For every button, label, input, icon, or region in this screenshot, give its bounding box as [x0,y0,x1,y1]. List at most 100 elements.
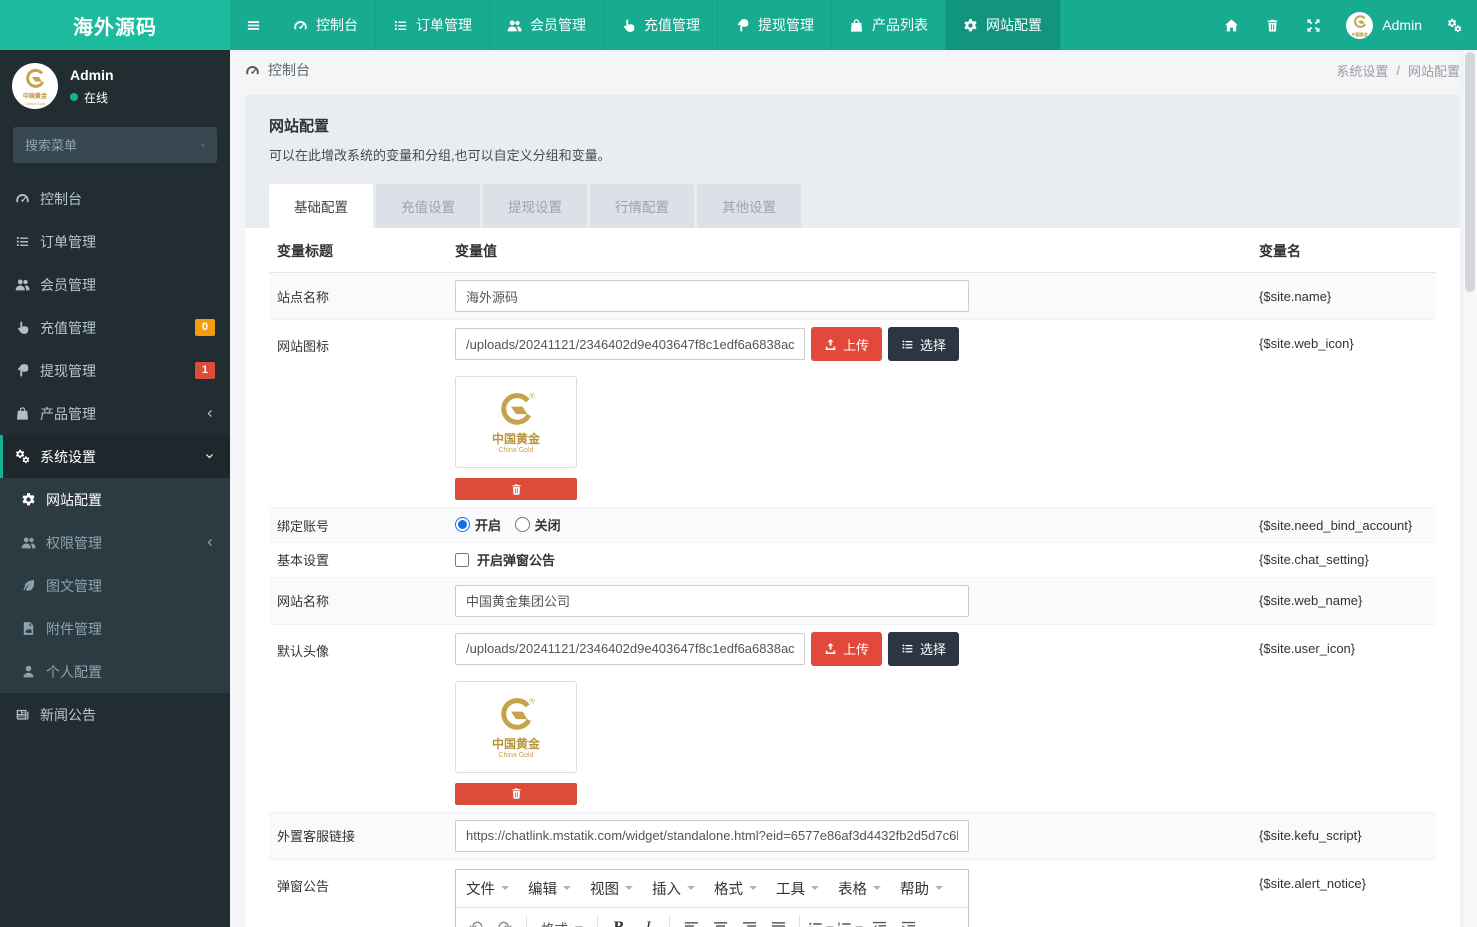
col-header-value: 变量值 [455,243,497,259]
redo-button[interactable]: ↷ [492,916,518,927]
topnav-item-recharge[interactable]: 充值管理 [604,0,718,50]
caret-down-icon [749,886,757,890]
outdent-button[interactable] [866,916,892,927]
china-gold-logo: ® [501,696,535,730]
editor-menu-help[interactable]: 帮助 [900,878,943,899]
breadcrumb-path: 系统设置 / 网站配置 [1336,61,1460,80]
sidebar-item-permissions[interactable]: 权限管理 [0,521,230,564]
brand-logo[interactable]: 海外源码 [0,0,230,50]
delete-image-button[interactable] [455,782,577,805]
caret-down-icon [935,886,943,890]
sidebar-item-members[interactable]: 会员管理 [0,263,230,306]
sidebar-item-profile[interactable]: 个人配置 [0,650,230,693]
topnav-item-site-config[interactable]: 网站配置 [946,0,1060,50]
sidebar-item-system-settings[interactable]: 系统设置 [0,435,230,478]
align-center-button[interactable] [707,916,733,927]
var-name: {$site.chat_setting} [1259,552,1369,568]
bind-account-on-radio[interactable]: 开启 [455,515,501,534]
brand-title: 海外源码 [73,16,157,39]
popup-notice-checkbox[interactable]: 开启弹窗公告 [455,550,555,569]
topnav-item-products[interactable]: 产品列表 [832,0,946,50]
sidebar-item-products[interactable]: 产品管理 [0,392,230,435]
bold-button[interactable]: B [606,916,632,927]
choose-button[interactable]: 选择 [888,631,960,666]
tab-withdraw-settings[interactable]: 提现设置 [483,184,587,228]
web-name-input[interactable] [455,584,969,617]
editor-toolbar: ↶ ↷ 格式 B I [456,908,968,927]
sidebar-item-orders[interactable]: 订单管理 [0,220,230,263]
var-name: {$site.need_bind_account} [1259,517,1413,533]
row-label: 外置客服链接 [277,829,356,844]
sidebar-item-recharge[interactable]: 充值管理 0 [0,306,230,349]
user-menu[interactable]: 中国黄金 Admin [1334,11,1434,39]
editor-menu-view[interactable]: 视图 [590,878,633,899]
page-title: 网站配置 [269,118,330,135]
editor-menu-format[interactable]: 格式 [714,878,757,899]
upload-button[interactable]: 上传 [811,631,883,666]
align-justify-button[interactable] [765,916,791,927]
topnav-item-dashboard[interactable]: 控制台 [276,0,376,50]
editor-menu-file[interactable]: 文件 [466,878,509,899]
scrollbar[interactable] [1462,50,1477,927]
table-row: 基本设置 开启弹窗公告 {$site.chat_setting} [269,543,1436,578]
tab-recharge-settings[interactable]: 充值设置 [376,184,480,228]
breadcrumb: 控制台 系统设置 / 网站配置 [245,50,1460,90]
sidebar-item-withdraw[interactable]: 提现管理 1 [0,349,230,392]
bullet-list-button[interactable] [808,916,834,927]
breadcrumb-home[interactable]: 控制台 [245,60,310,80]
system-settings-submenu: 网站配置 权限管理 图文管理 附件管理 个人配置 [0,478,230,693]
user-icon-input[interactable] [455,632,805,665]
format-dropdown[interactable]: 格式 [535,918,589,927]
align-justify-icon [771,920,786,927]
topnav-item-orders[interactable]: 订单管理 [376,0,490,50]
fullscreen-button[interactable] [1293,0,1334,50]
upload-icon [824,338,837,351]
align-left-button[interactable] [678,916,704,927]
delete-image-button[interactable] [455,478,577,500]
bind-account-off-radio[interactable]: 关闭 [514,515,561,534]
topnav-item-withdraw[interactable]: 提现管理 [718,0,832,50]
site-name-input[interactable] [455,280,969,312]
indent-button[interactable] [895,916,921,927]
editor-menu-tools[interactable]: 工具 [776,878,819,899]
sidebar-item-attachments[interactable]: 附件管理 [0,607,230,650]
breadcrumb-section: 系统设置 [1336,63,1389,79]
clear-cache-button[interactable] [1252,0,1293,50]
chevron-left-icon [204,537,215,548]
sidebar-item-news[interactable]: 新闻公告 [0,693,230,736]
settings-button[interactable] [1434,0,1475,50]
main-content: 控制台 系统设置 / 网站配置 网站配置 可以在此增改系统的变量和分组,也可以自… [230,50,1477,927]
undo-button[interactable]: ↶ [463,916,489,927]
choose-button[interactable]: 选择 [888,327,960,361]
sidebar-item-dashboard[interactable]: 控制台 [0,177,230,220]
scrollbar-thumb[interactable] [1465,52,1475,292]
sidebar-toggle-button[interactable] [230,0,276,50]
editor-menu-edit[interactable]: 编辑 [528,878,571,899]
editor-menubar: 文件 编辑 视图 插入 格式 工具 表格 帮助 [456,870,968,908]
tab-other-settings[interactable]: 其他设置 [697,184,801,228]
editor-menu-insert[interactable]: 插入 [652,878,695,899]
tab-market-config[interactable]: 行情配置 [590,184,694,228]
home-button[interactable] [1211,0,1252,50]
align-right-button[interactable] [736,916,762,927]
row-label: 网站名称 [277,594,330,609]
table-row: 绑定账号 开启 关闭 {$site.need_bind_account} [269,508,1436,543]
var-name: {$site.web_name} [1259,593,1363,608]
hand-up-icon [621,18,636,33]
numbered-list-button[interactable] [837,916,863,927]
sidebar-item-content[interactable]: 图文管理 [0,564,230,607]
align-left-icon [684,920,699,927]
search-icon[interactable] [201,139,205,152]
sidebar-item-site-config[interactable]: 网站配置 [0,478,230,521]
upload-button[interactable]: 上传 [811,327,883,361]
web-icon-input[interactable] [455,328,805,360]
editor-menu-table[interactable]: 表格 [838,878,881,899]
toolbar-separator [799,915,800,927]
kefu-link-input[interactable] [455,819,969,852]
rich-text-editor: 文件 编辑 视图 插入 格式 工具 表格 帮助 ↶ [455,868,969,927]
tab-basic-config[interactable]: 基础配置 [269,184,373,228]
italic-button[interactable]: I [635,916,661,927]
var-name: {$site.name} [1259,288,1332,304]
search-input[interactable] [25,137,201,153]
topnav-item-members[interactable]: 会员管理 [490,0,604,50]
